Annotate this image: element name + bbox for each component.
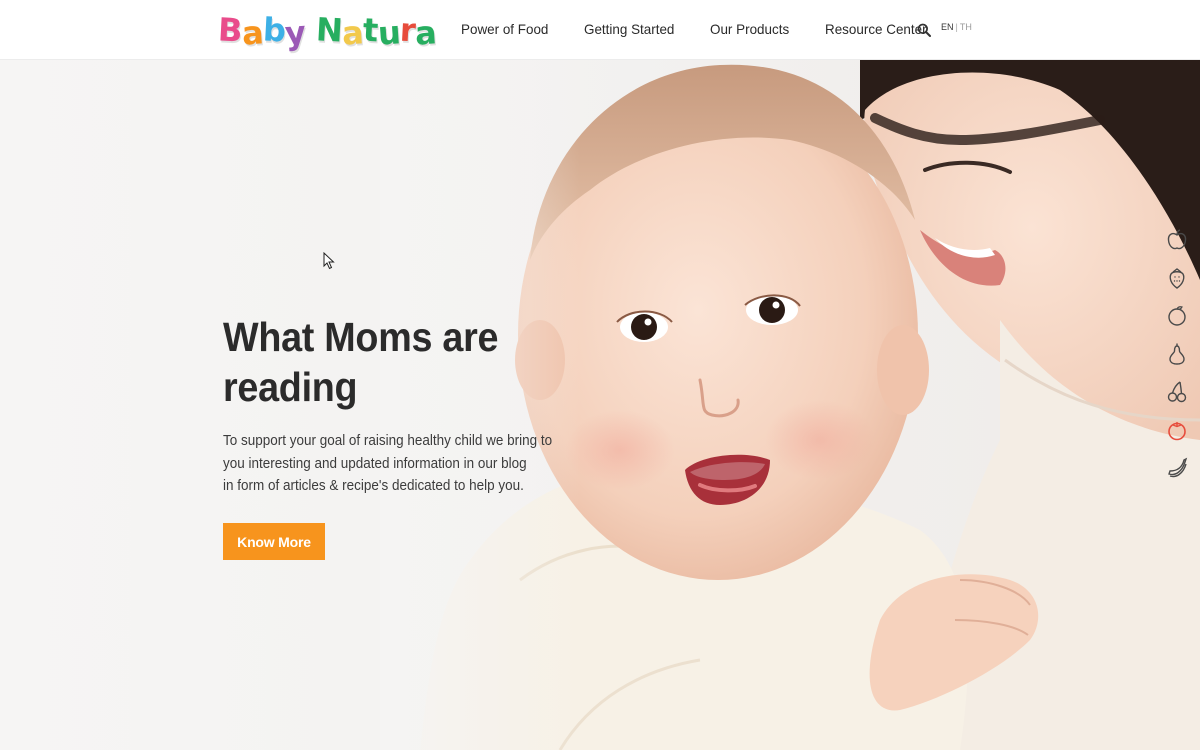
tomato-icon[interactable] [1162,415,1192,445]
fruit-icon-rail [1162,225,1192,491]
logo-letter: b [262,10,287,50]
nav-our-products[interactable]: Our Products [710,19,789,39]
logo-letter: u [376,13,402,53]
nav-power-of-food[interactable]: Power of Food [461,19,548,39]
logo-letter: B [217,10,243,50]
hero-description: To support your goal of raising healthy … [223,430,558,498]
nav-getting-started[interactable]: Getting Started [584,19,674,39]
lang-en-link[interactable]: EN [941,22,954,32]
mother-baby-photo [0,60,1200,750]
banana-icon[interactable] [1162,453,1192,483]
logo-word-natura: Natura [314,10,438,53]
description-line-1: To support your goal of raising healthy … [223,433,553,449]
search-icon[interactable] [917,23,931,37]
logo-letter: y [284,13,308,53]
lang-separator: | [955,22,958,32]
pear-icon[interactable] [1162,339,1192,369]
nav-resource-center[interactable]: Resource Center [825,19,927,39]
lang-th-link[interactable]: TH [960,22,972,32]
hero-banner: What Moms are reading To support your go… [0,60,1200,750]
logo-letter: N [314,10,344,50]
strawberry-icon[interactable] [1162,263,1192,293]
orange-icon[interactable] [1162,301,1192,331]
description-line-2: you interesting and updated information … [223,455,527,472]
logo-letter: a [340,13,365,53]
hero-headline: What Moms are reading [223,312,536,412]
language-switcher: EN | TH [941,22,972,32]
apple-icon[interactable] [1162,225,1192,255]
logo-letter: a [414,13,438,53]
baby-natura-logo[interactable]: Baby Natura [217,6,438,54]
mouse-cursor [323,252,335,270]
logo-letter: a [240,13,265,53]
headline-line-2: reading [223,364,358,410]
description-line-3: in form of articles & recipe's dedicated… [223,478,524,494]
logo-word-baby: Baby [217,10,308,53]
main-nav: Power of Food Getting Started Our Produc… [461,19,959,39]
cherry-icon[interactable] [1162,377,1192,407]
know-more-button[interactable]: Know More [223,523,325,560]
headline-line-1: What Moms are [223,314,499,360]
site-header: Baby Natura Power of Food Getting Starte… [0,0,1200,60]
